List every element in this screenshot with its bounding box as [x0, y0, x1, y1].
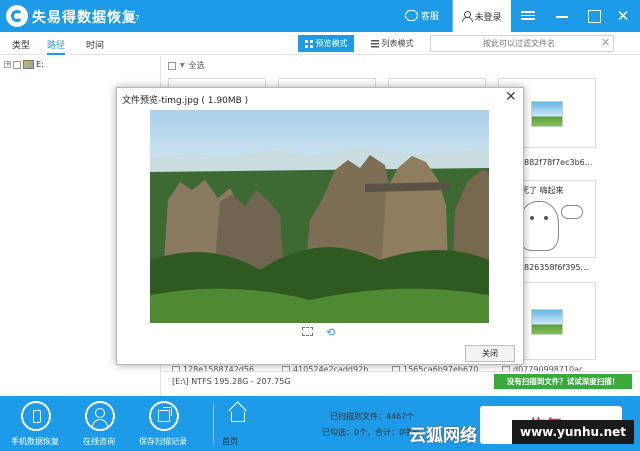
drive-checkbox[interactable] [13, 60, 21, 69]
home-icon[interactable] [228, 402, 246, 422]
file-name: 882f78f7ec3b6... [524, 158, 593, 167]
export-icon [158, 407, 172, 422]
drive-info: [E:\] NTFS 195.28G - 207.75G [172, 377, 291, 386]
image-file-icon [531, 309, 563, 335]
save-scan-label: 保存扫描记录 [139, 437, 187, 446]
tab-time[interactable]: 时间 [86, 38, 104, 51]
deep-scan-button[interactable]: 没有扫描到文件？试试深度扫描！ [494, 374, 632, 389]
home-label[interactable]: 首页 [222, 436, 238, 447]
select-all[interactable]: ▼ 全选 [168, 60, 205, 71]
drive-icon [23, 60, 34, 69]
person-body-icon [92, 419, 108, 427]
preview-mode-button[interactable]: 预览模式 [298, 35, 354, 52]
app-logo-icon [6, 5, 28, 27]
expand-icon[interactable]: + [4, 61, 11, 68]
user-icon [462, 11, 474, 22]
list-icon [370, 39, 379, 48]
menu-icon[interactable] [521, 9, 535, 23]
chat-icon [405, 10, 418, 21]
phone-icon [33, 410, 41, 423]
image-file-icon [531, 101, 563, 127]
preview-image [150, 110, 489, 323]
search-input[interactable] [430, 35, 614, 52]
phone-circle [21, 401, 51, 431]
list-mode-button[interactable]: 列表模式 [364, 35, 420, 52]
scan-count: 已扫描到文件：4467个 [330, 412, 415, 421]
minimize-icon[interactable] [555, 9, 569, 23]
maximize-icon[interactable] [587, 9, 601, 23]
file-name: 826358f6f395... [524, 263, 589, 272]
dialog-title: 文件预览-timg.jpg ( 1.90MB ) [122, 96, 249, 106]
landscape-image [150, 148, 489, 323]
drive-label: E: [36, 60, 44, 69]
cat-illustration-icon [519, 201, 559, 251]
grid-icon [304, 39, 313, 48]
clear-search-icon[interactable]: ✕ [601, 36, 610, 49]
online-consult-label: 在线咨询 [83, 437, 115, 446]
preview-mode-label: 预览模式 [315, 39, 348, 48]
select-all-checkbox[interactable] [168, 61, 176, 70]
close-window-icon[interactable]: ✕ [616, 9, 630, 24]
bottom-divider [213, 404, 214, 444]
save-circle [149, 401, 179, 431]
login-button[interactable]: 未登录 [453, 0, 511, 32]
title-bar: 失易得数据恢复 6.47 客服 未登录 ✕ [0, 0, 640, 32]
dialog-close-icon[interactable]: ✕ [505, 89, 517, 105]
tree-item-drive[interactable]: + E: [4, 60, 44, 69]
caret-down-icon[interactable]: ▼ [180, 62, 185, 69]
phone-recovery-label: 手机数据恢复 [11, 437, 59, 446]
rotate-icon[interactable]: ⟲ [326, 326, 335, 339]
service-button[interactable]: 客服 [405, 9, 439, 22]
dialog-close-button[interactable]: 关闭 [465, 345, 515, 362]
phone-recovery-button[interactable]: 手机数据恢复 [3, 396, 67, 451]
service-label: 客服 [421, 12, 440, 22]
watermark-url: www.yunhu.net [512, 420, 634, 444]
tab-path[interactable]: 路径 [47, 38, 66, 55]
select-all-label: 全选 [188, 61, 205, 70]
app-version: 6.47 [124, 14, 140, 22]
tab-type[interactable]: 类型 [12, 38, 30, 51]
person-icon [95, 408, 105, 418]
list-mode-label: 列表模式 [381, 39, 414, 48]
consult-circle [85, 401, 115, 431]
save-scan-button[interactable]: 保存扫描记录 [131, 396, 195, 451]
watermark-text: 云狐网络 [409, 425, 477, 446]
online-consult-button[interactable]: 在线咨询 [67, 396, 131, 451]
paw-illustration-icon [561, 205, 583, 219]
app-title: 失易得数据恢复 [32, 10, 137, 26]
login-label: 未登录 [474, 12, 502, 23]
scan-selected: 已勾选：0个，合计：0字节 [322, 428, 421, 437]
fit-screen-icon[interactable] [302, 327, 313, 336]
